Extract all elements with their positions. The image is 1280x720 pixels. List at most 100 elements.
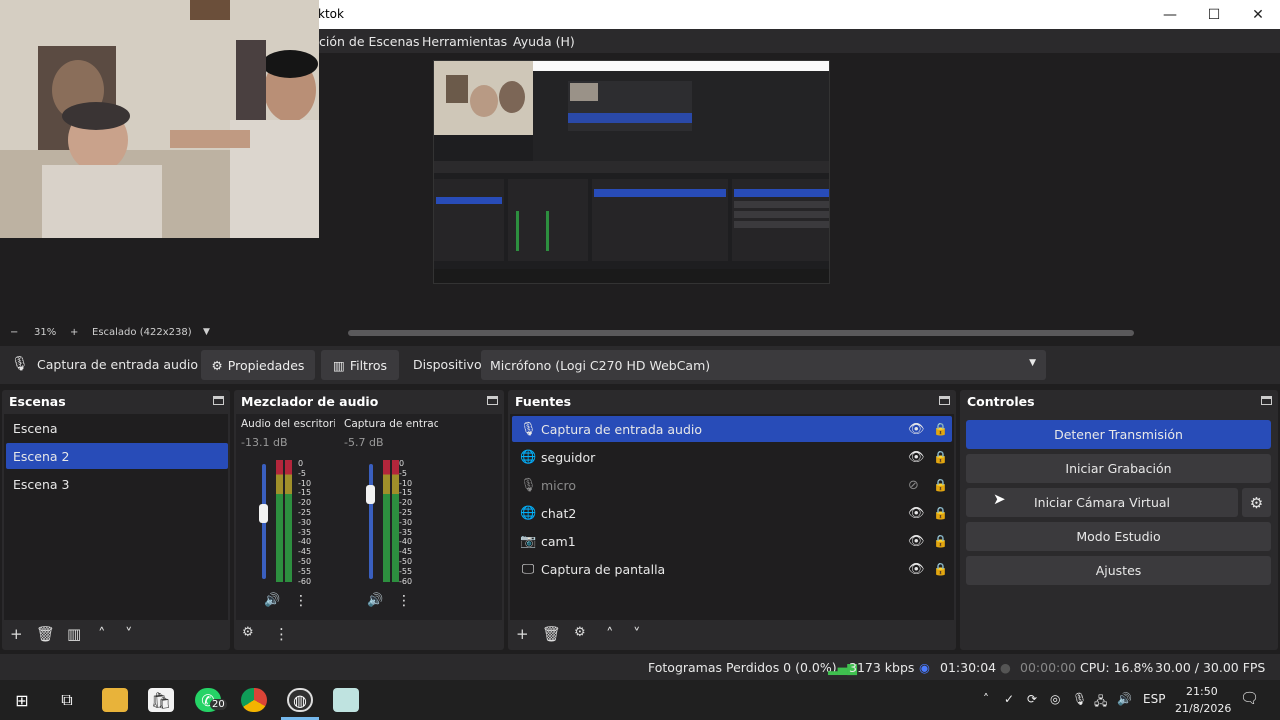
kebab-menu-icon[interactable]: ⋮ [294,593,308,609]
meter-scale: 0 -5 -10 -15 -20 -25 -30 -35 -40 -45 -50 -55 -60 [399,459,413,586]
clock-time[interactable]: 21:50 [1186,685,1218,698]
scene-item[interactable]: Escena [6,415,228,441]
network-icon[interactable]: 🖧 [1094,692,1107,713]
settings-button[interactable]: Ajustes [966,556,1271,585]
store-icon[interactable]: 🛍 [148,688,174,712]
kebab-menu-icon[interactable]: ⋮ [397,593,411,609]
start-virtual-camera-button[interactable]: Iniciar Cámara Virtual [966,488,1238,517]
device-select[interactable]: Micrófono (Logi C270 HD WebCam) ▼ [481,350,1046,380]
studio-mode-button[interactable]: Modo Estudio [966,522,1271,551]
move-down-icon[interactable]: ˅ [125,625,133,643]
gear-icon[interactable]: ⚙ [574,625,586,640]
kebab-menu-icon[interactable]: ⋮ [274,625,289,643]
undock-icon[interactable] [213,396,224,405]
clock-date[interactable]: 21/8/2026 [1175,702,1231,715]
filters-label: Filtros [349,357,387,373]
trash-icon[interactable]: 🗑 [36,625,55,643]
trash-icon[interactable]: 🗑 [542,625,561,643]
bitrate: 3173 kbps [849,660,915,675]
undock-icon[interactable] [939,396,950,405]
menu-tools[interactable]: Herramientas [422,34,507,49]
eye-hidden-icon[interactable]: ⊘ [908,478,919,493]
obs-icon[interactable]: ◍ [287,688,313,712]
speaker-icon[interactable]: 🔊 [367,593,383,608]
camera-icon: 📷 [520,533,537,549]
filter-icon[interactable]: ▥ [67,625,81,643]
mic-icon: 🎙 [11,356,29,372]
scene-item-selected[interactable]: Escena 2 [6,443,228,469]
properties-label: Propiedades [227,357,305,373]
maximize-button[interactable]: ☐ [1192,0,1236,29]
start-recording-button[interactable]: Iniciar Grabación [966,454,1271,483]
chevron-down-icon: ▼ [1029,358,1036,368]
tray-chevron-icon[interactable]: ˄ [983,692,989,706]
menu-help[interactable]: Ayuda (H) [513,34,575,49]
source-item[interactable]: 🖵 Captura de pantalla 👁 🔒 [512,556,952,582]
move-up-icon[interactable]: ˄ [98,625,106,643]
zoom-percent: 31% [34,327,57,338]
volume-slider-handle[interactable] [259,504,268,523]
fps: 30.00 / 30.00 FPS [1155,660,1266,675]
minimize-button[interactable]: — [1148,0,1192,29]
sources-title: Fuentes [515,394,572,409]
filters-button[interactable]: ▥ Filtros [321,350,399,380]
undock-icon[interactable] [487,396,498,405]
preview-scrollbar[interactable] [348,330,1134,336]
lock-icon[interactable]: 🔒 [933,506,948,520]
preview-canvas[interactable] [433,60,830,284]
volume-slider-handle[interactable] [366,485,375,504]
stop-streaming-button[interactable]: Detener Transmisión [966,420,1271,449]
source-item[interactable]: 🌐 chat2 👁 🔒 [512,500,952,526]
virtual-camera-settings-gear-icon[interactable]: ⚙ [1242,488,1271,517]
scene-item[interactable]: Escena 3 [6,471,228,497]
task-view-icon[interactable]: ⧉ [54,688,80,712]
gear-icon: ⚙ [211,357,223,373]
menu-scene-collection[interactable]: ción de Escenas [319,34,420,49]
mixer-channel: Captura de entrada audio -5.7 dB 0-5-10-… [339,414,439,620]
eye-icon[interactable]: 👁 [908,506,925,521]
notifications-icon[interactable]: 🗨 [1240,689,1259,707]
close-button[interactable]: ✕ [1236,0,1280,29]
eye-icon[interactable]: 👁 [908,450,925,465]
source-item[interactable]: 🎙 micro ⊘ 🔒 [512,472,952,498]
source-item[interactable]: 🌐 seguidor 👁 🔒 [512,444,952,470]
eye-icon[interactable]: 👁 [908,534,925,549]
move-up-icon[interactable]: ˄ [606,625,614,643]
file-explorer-icon[interactable] [102,688,128,712]
chrome-icon[interactable] [241,688,267,712]
volume-icon[interactable]: 🔊 [1117,692,1132,706]
eye-icon[interactable]: 👁 [908,562,925,577]
undock-icon[interactable] [1261,396,1272,405]
language-indicator[interactable]: ESP [1143,692,1165,706]
tray-mic-icon[interactable]: 🎙 [1072,692,1087,706]
tray-update-icon[interactable]: ⟳ [1027,692,1037,706]
move-down-icon[interactable]: ˅ [633,625,641,643]
channel-name: Audio del escritorio [241,418,335,430]
lock-icon[interactable]: 🔒 [933,562,948,576]
level-meter [276,460,292,582]
lock-icon[interactable]: 🔒 [933,478,948,492]
scenes-list: Escena Escena 2 Escena 3 [4,414,228,620]
add-icon[interactable]: + [10,625,23,643]
speaker-icon[interactable]: 🔊 [264,593,280,608]
browser-icon: 🌐 [520,449,537,465]
eye-icon[interactable]: 👁 [908,422,925,437]
windows-start-icon[interactable]: ⊞ [9,688,35,712]
add-icon[interactable]: + [516,625,529,643]
advanced-audio-icon[interactable]: ⚙ [242,625,254,640]
lock-icon[interactable]: 🔒 [933,450,948,464]
volume-slider-track[interactable] [369,464,373,579]
tray-app-icon[interactable]: ✓ [1004,692,1014,706]
zoom-in-button[interactable]: + [70,327,78,338]
tray-webcam-icon[interactable]: ◎ [1050,692,1060,706]
lock-icon[interactable]: 🔒 [933,534,948,548]
notepad-icon[interactable] [333,688,359,712]
zoom-dropdown-icon[interactable]: ▼ [203,327,210,337]
lock-icon[interactable]: 🔒 [933,422,948,436]
source-label: chat2 [541,505,577,521]
properties-button[interactable]: ⚙ Propiedades [201,350,315,380]
zoom-out-button[interactable]: − [10,327,18,338]
source-item[interactable]: 📷 cam1 👁 🔒 [512,528,952,554]
source-item[interactable]: 🎙 Captura de entrada audio 👁 🔒 [512,416,952,442]
window-title: ktok [318,7,344,21]
